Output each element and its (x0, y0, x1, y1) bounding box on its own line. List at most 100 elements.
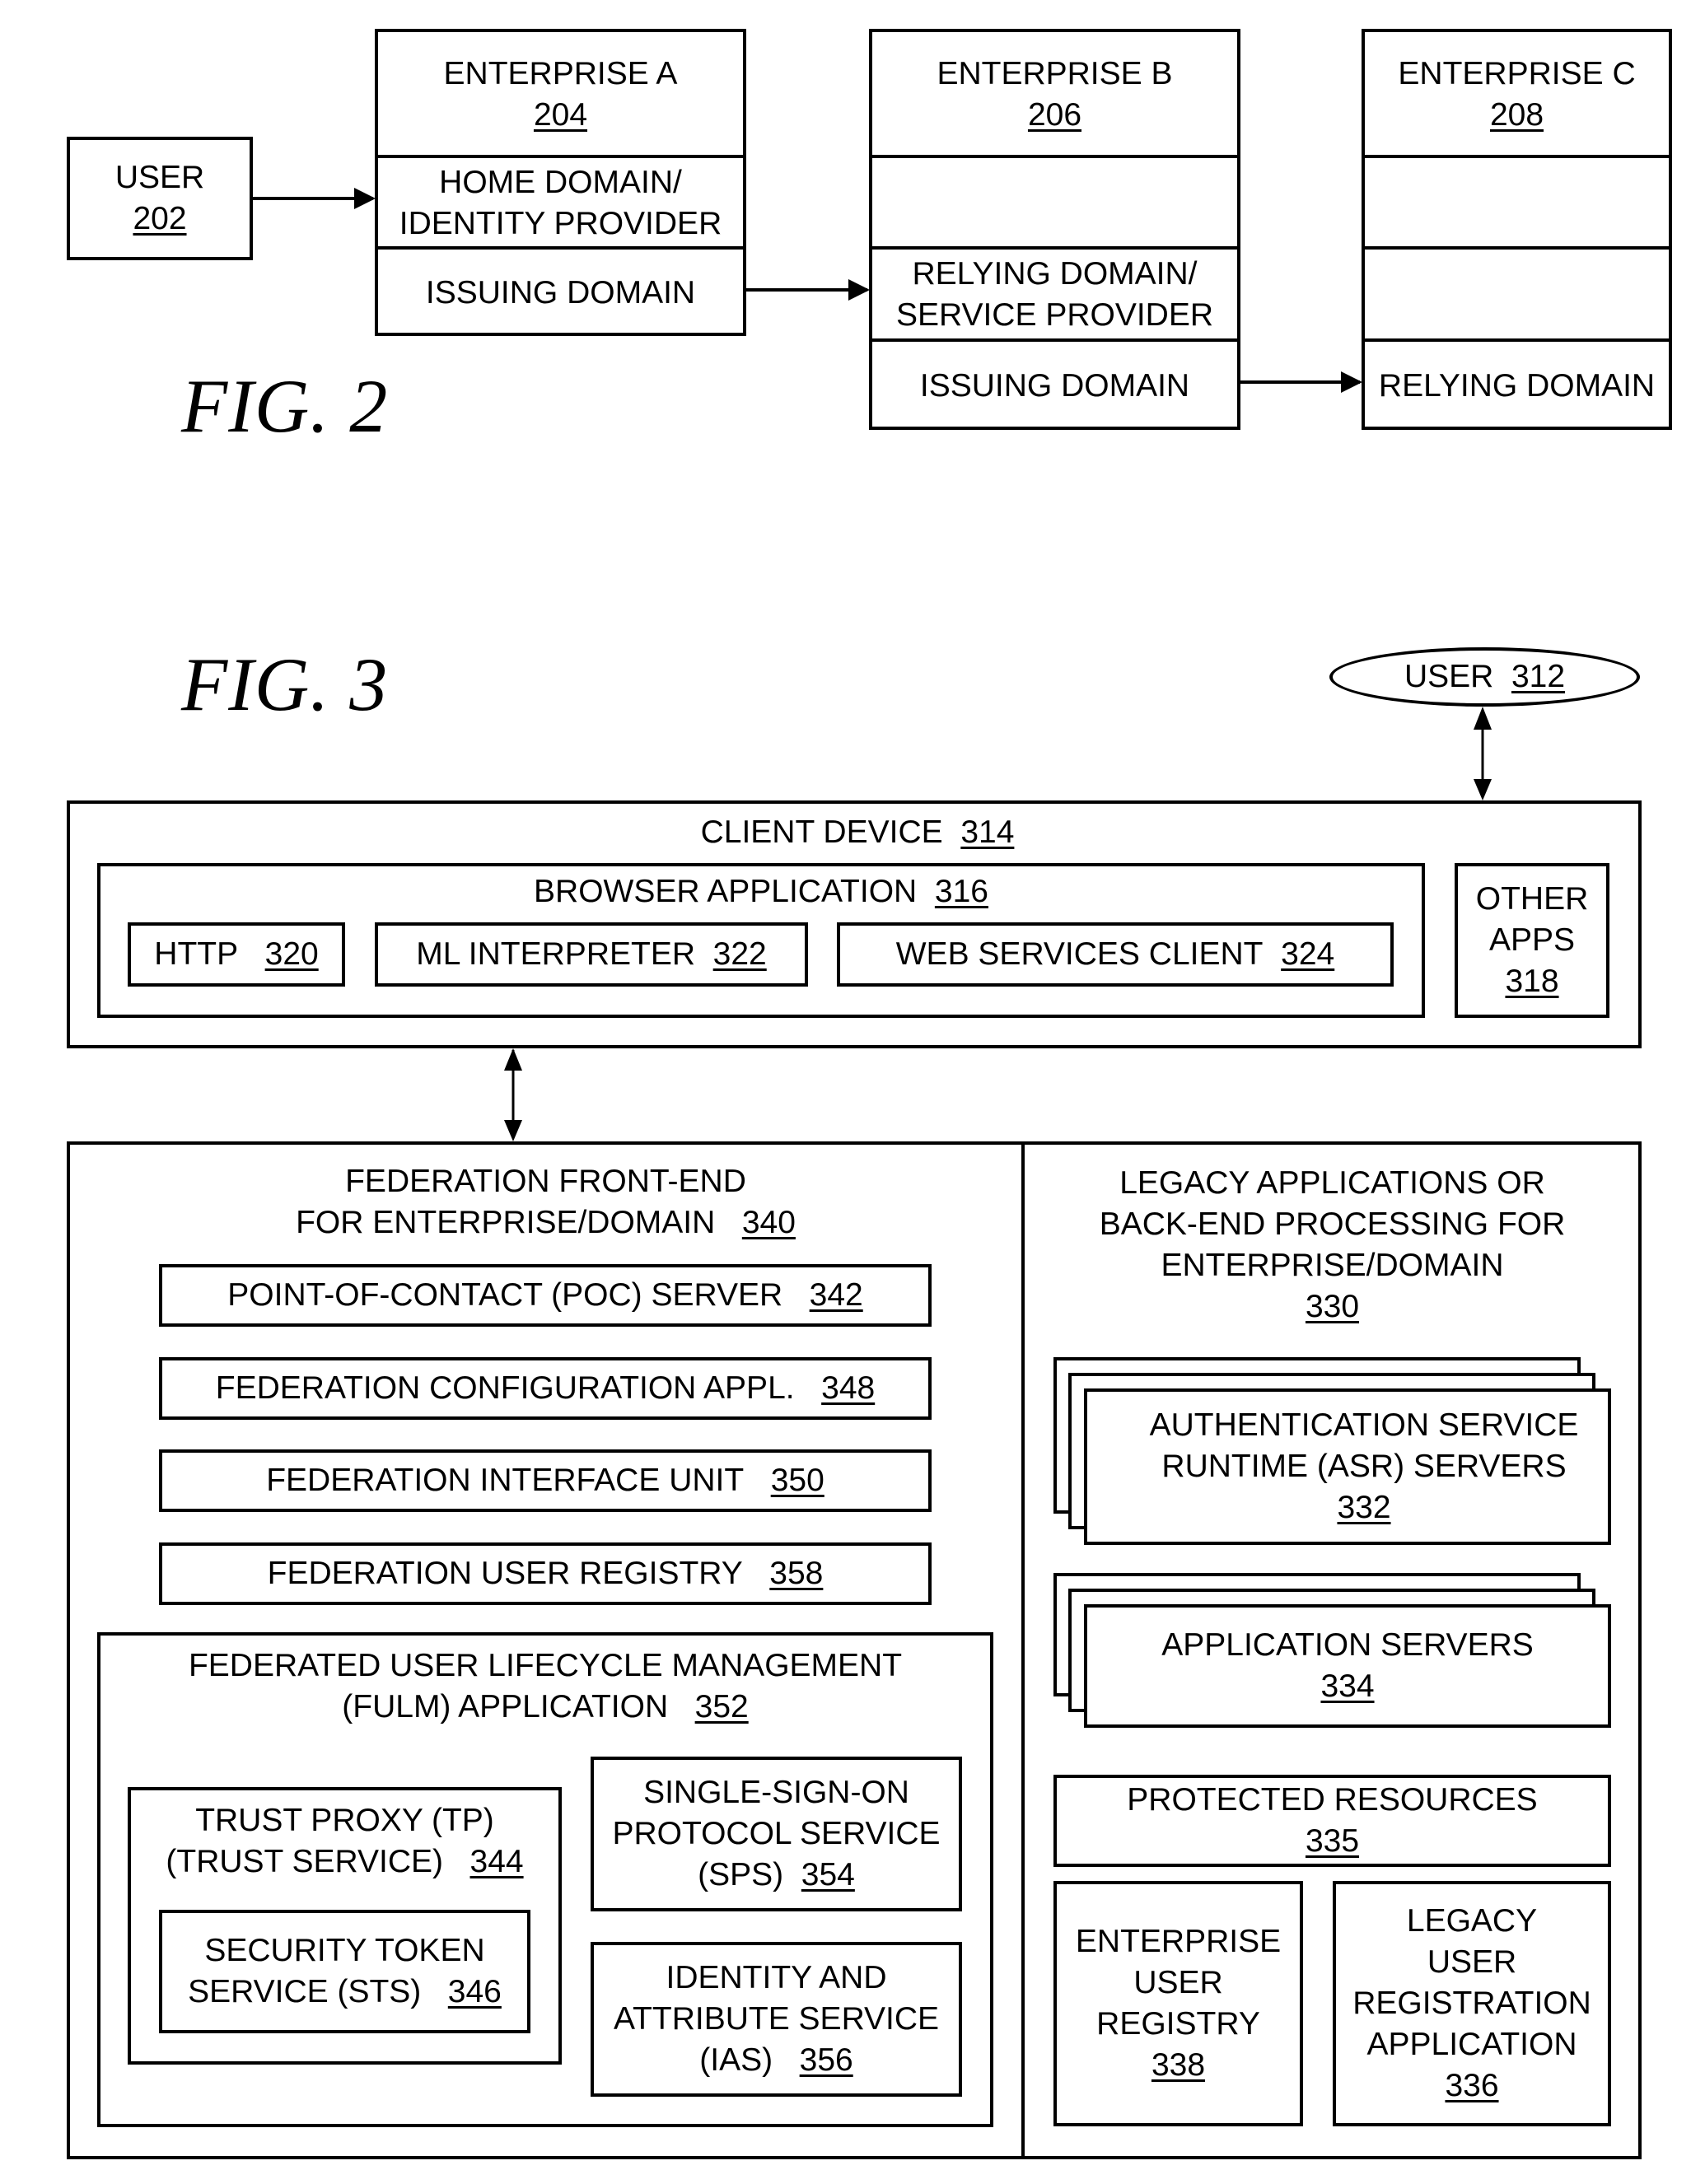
federation-front-end-line2: FOR ENTERPRISE/DOMAIN (296, 1205, 716, 1240)
asr-line1: AUTHENTICATION SERVICE (1149, 1407, 1579, 1443)
arrowhead-icon (1474, 707, 1492, 730)
arrowhead-icon (504, 1120, 522, 1141)
legacy-line2: BACK-END PROCESSING FOR (1099, 1206, 1566, 1242)
arrowhead-icon (354, 188, 376, 209)
legacy-line1: LEGACY APPLICATIONS OR (1119, 1165, 1545, 1201)
user-label: USER (114, 160, 205, 195)
ref-number: 316 (934, 874, 988, 909)
ref-number: 334 (1320, 1668, 1375, 1704)
application-servers-box: APPLICATION SERVERS 334 (1084, 1604, 1611, 1728)
relying-domain-line1: RELYING DOMAIN/ (912, 255, 1198, 292)
arrowhead-icon (1341, 371, 1362, 393)
arrow-issuing-b-to-relying-c (1240, 371, 1362, 393)
protected-resources-box: PROTECTED RESOURCES 335 (1053, 1775, 1611, 1867)
federation-registry-box: FEDERATION USER REGISTRY 358 (159, 1542, 932, 1605)
divider (1365, 155, 1669, 158)
client-device-label: CLIENT DEVICE (700, 814, 943, 850)
arrow-user312-client-device (1474, 707, 1492, 800)
arrow-client-device-federation (504, 1048, 522, 1141)
asr-line2: RUNTIME (ASR) SERVERS (1161, 1449, 1567, 1484)
user-box-202: USER 202 (67, 137, 253, 260)
fulm-line2: (FULM) APPLICATION (342, 1689, 669, 1724)
legacy-user-registration-app-box: LEGACY USER REGISTRATION APPLICATION 336 (1333, 1881, 1611, 2126)
ref-number: 335 (1305, 1823, 1360, 1859)
ref-number: 318 (1505, 964, 1559, 999)
sps-line3: (SPS) (698, 1857, 784, 1892)
arrowhead-icon (848, 279, 870, 301)
web-services-client-box: WEB SERVICES CLIENT 324 (837, 922, 1394, 987)
arrowhead-icon (504, 1048, 522, 1071)
sps-line1: SINGLE-SIGN-ON (643, 1775, 909, 1810)
sps-line2: PROTOCOL SERVICE (612, 1816, 941, 1851)
ref-number: 350 (770, 1463, 824, 1498)
fig3-caption: FIG. 3 (181, 642, 389, 726)
ref-number: 346 (447, 1974, 502, 2009)
home-domain-line1: HOME DOMAIN/ (439, 164, 682, 200)
relying-domain-cell: RELYING DOMAIN/ SERVICE PROVIDER (872, 250, 1237, 339)
issuing-domain-cell: ISSUING DOMAIN (872, 342, 1237, 430)
issuing-domain-label: ISSUING DOMAIN (919, 367, 1190, 404)
trust-proxy-line1: TRUST PROXY (TP) (195, 1803, 494, 1838)
ml-interpreter-box: ML INTERPRETER 322 (375, 922, 808, 987)
ref-number: 348 (821, 1370, 876, 1406)
ref-number: 320 (264, 936, 319, 972)
sts-line2: SERVICE (STS) (188, 1974, 422, 2009)
ref-number: 322 (712, 936, 767, 972)
empty-cell (872, 158, 1237, 248)
arrow-user-to-home-domain (253, 188, 376, 209)
enterprise-registry-line1: ENTERPRISE (1075, 1924, 1282, 1959)
user-312-ellipse: USER 312 (1329, 647, 1640, 707)
fulm-title: FEDERATED USER LIFECYCLE MANAGEMENT (FUL… (100, 1645, 990, 1728)
arrowhead-icon (1474, 779, 1492, 800)
federation-interface-label: FEDERATION INTERFACE UNIT (266, 1463, 745, 1498)
trust-proxy-line2: (TRUST SERVICE) (166, 1844, 443, 1879)
federation-interface-box: FEDERATION INTERFACE UNIT 350 (159, 1449, 932, 1512)
federation-registry-label: FEDERATION USER REGISTRY (267, 1556, 743, 1591)
issuing-domain-cell: ISSUING DOMAIN (378, 250, 743, 336)
ref-number: 312 (1511, 659, 1566, 694)
http-box: HTTP 320 (128, 922, 345, 987)
poc-server-label: POINT-OF-CONTACT (POC) SERVER (227, 1277, 783, 1313)
browser-label: BROWSER APPLICATION (534, 874, 918, 909)
divider (1365, 246, 1669, 250)
home-domain-cell: HOME DOMAIN/ IDENTITY PROVIDER (378, 158, 743, 248)
ref-number: 208 (1489, 96, 1544, 133)
legacy-reg-line3: REGISTRATION (1352, 1986, 1591, 2021)
ref-number: 336 (1445, 2068, 1499, 2103)
fulm-line1: FEDERATED USER LIFECYCLE MANAGEMENT (188, 1648, 903, 1683)
enterprise-a-header: ENTERPRISE A 204 (378, 32, 743, 156)
sts-box: SECURITY TOKEN SERVICE (STS) 346 (159, 1910, 530, 2033)
other-apps-line1: OTHER (1475, 881, 1589, 917)
relying-domain-label: RELYING DOMAIN (1378, 367, 1656, 404)
http-label: HTTP (154, 936, 239, 972)
legacy-reg-line2: USER (1427, 1944, 1517, 1980)
ref-number: 344 (469, 1844, 524, 1879)
ias-line2: ATTRIBUTE SERVICE (613, 2001, 940, 2037)
asr-servers-box: AUTHENTICATION SERVICE RUNTIME (ASR) SER… (1084, 1388, 1611, 1545)
issuing-domain-label: ISSUING DOMAIN (425, 274, 696, 310)
client-device-title: CLIENT DEVICE 314 (70, 812, 1645, 853)
legacy-reg-line1: LEGACY (1406, 1903, 1538, 1939)
enterprise-user-registry-box: ENTERPRISE USER REGISTRY 338 (1053, 1881, 1303, 2126)
ref-number: 330 (1305, 1289, 1360, 1324)
federation-config-label: FEDERATION CONFIGURATION APPL. (215, 1370, 795, 1406)
enterprise-c-header: ENTERPRISE C 208 (1365, 32, 1669, 156)
home-domain-line2: IDENTITY PROVIDER (399, 205, 722, 241)
enterprise-a-label: ENTERPRISE A (443, 55, 678, 91)
legacy-line3: ENTERPRISE/DOMAIN (1161, 1248, 1504, 1283)
ref-number: 358 (769, 1556, 824, 1591)
ref-number: 352 (694, 1689, 749, 1724)
enterprise-c-label: ENTERPRISE C (1398, 55, 1636, 91)
sts-line1: SECURITY TOKEN (204, 1933, 485, 1968)
ias-line3: (IAS) (699, 2042, 773, 2078)
trust-proxy-title: TRUST PROXY (TP) (TRUST SERVICE) 344 (131, 1800, 558, 1883)
ref-number: 342 (809, 1277, 863, 1313)
protected-resources-label: PROTECTED RESOURCES (1127, 1782, 1538, 1818)
ref-number: 324 (1281, 936, 1335, 972)
ref-number: 332 (1337, 1490, 1391, 1525)
ref-number: 204 (533, 96, 588, 133)
enterprise-b-header: ENTERPRISE B 206 (872, 32, 1237, 156)
ml-interpreter-label: ML INTERPRETER (416, 936, 695, 972)
ref-number: 338 (1151, 2047, 1206, 2083)
ref-number: 206 (1027, 96, 1082, 133)
